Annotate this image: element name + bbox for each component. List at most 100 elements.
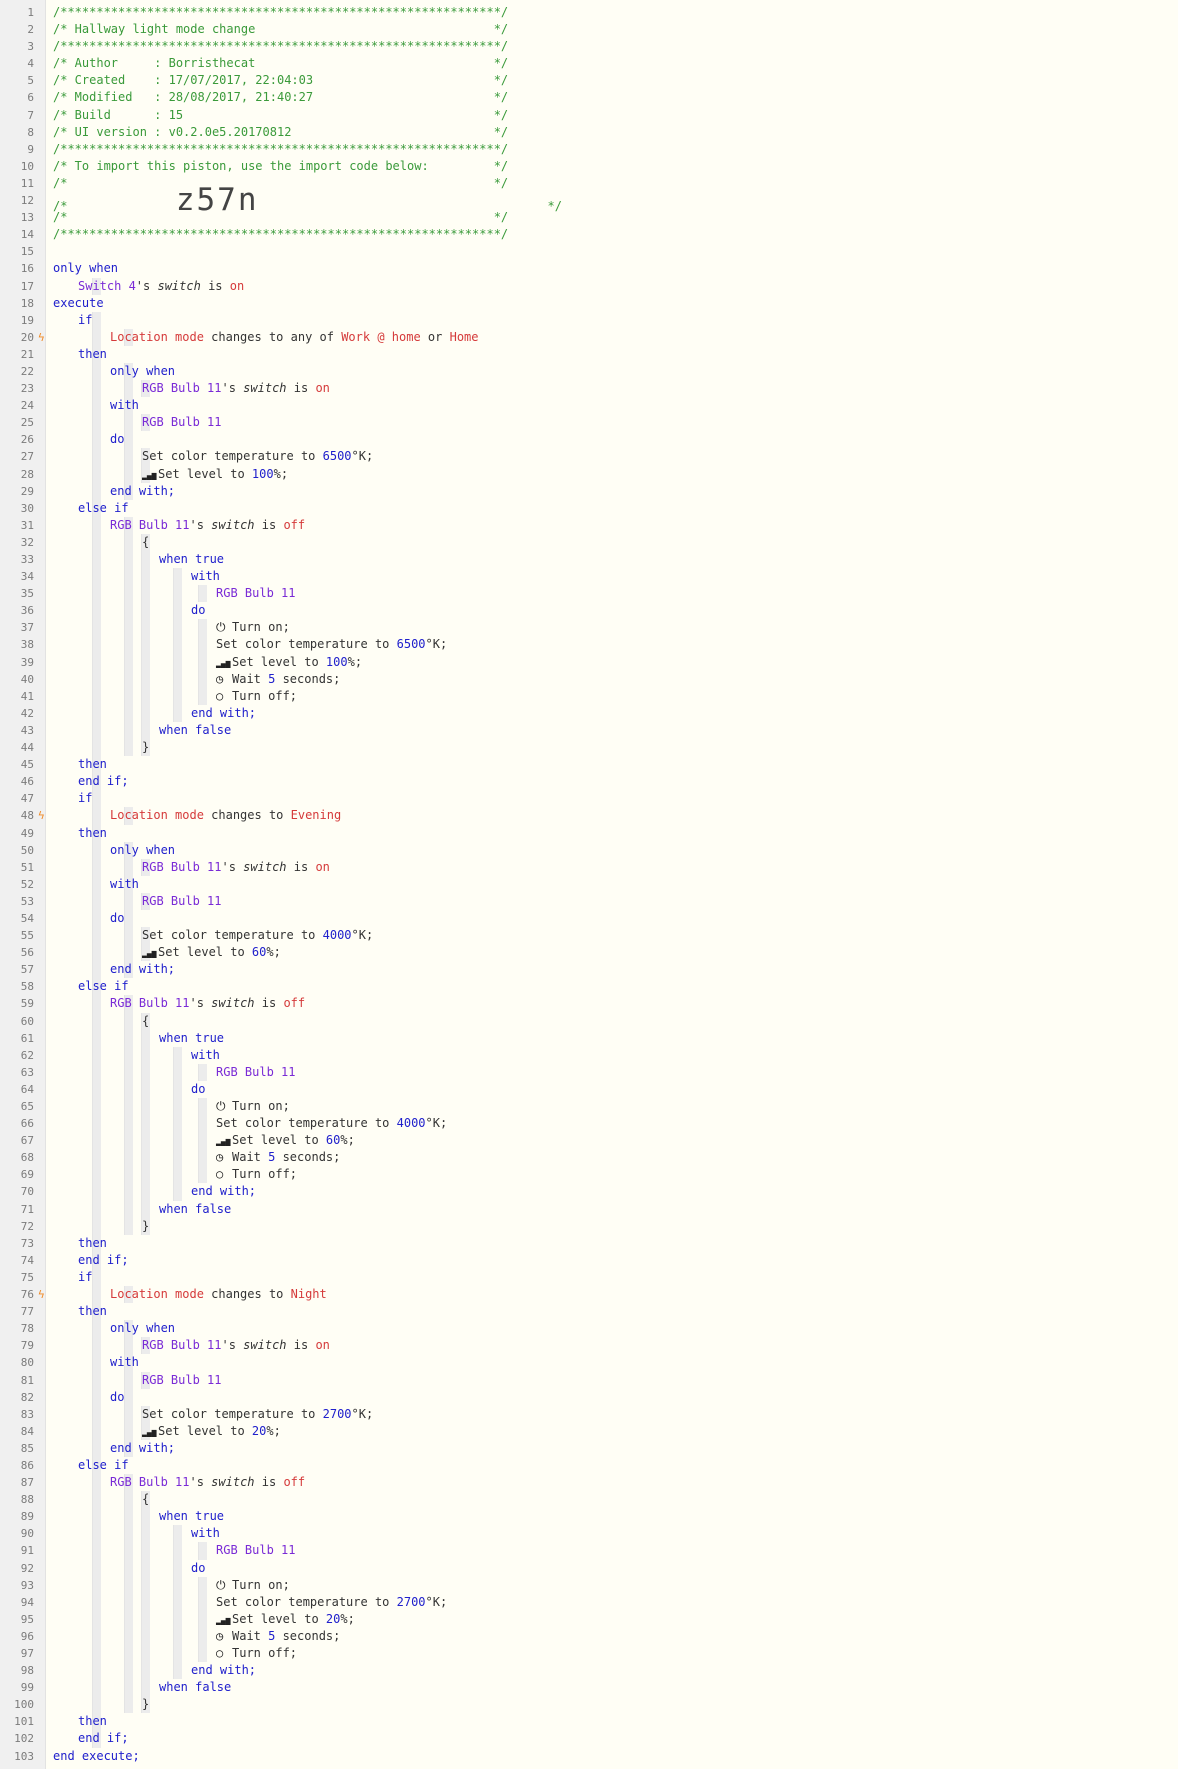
code-statement[interactable]: /***************************************… [53, 38, 508, 55]
code-statement[interactable]: Set color temperature to 4000°K; [142, 927, 373, 944]
code-statement[interactable]: when false [159, 722, 231, 739]
code-statement[interactable]: ○ Turn off; [216, 1166, 297, 1183]
code-statement[interactable]: only when [110, 1320, 175, 1337]
code-statement[interactable]: ⏻ Turn on; [216, 619, 290, 636]
code-statement[interactable]: end with; [191, 1183, 256, 1200]
code-statement[interactable]: ○ Turn off; [216, 688, 297, 705]
code-statement[interactable]: end with; [110, 483, 175, 500]
code-statement[interactable]: execute [53, 295, 104, 312]
code-statement[interactable]: /* UI version : v0.2.0e5.20170812 */ [53, 124, 508, 141]
code-statement[interactable]: when true [159, 1508, 224, 1525]
code-statement[interactable]: end execute; [53, 1748, 140, 1765]
code-statement[interactable]: with [110, 1354, 139, 1371]
code-statement[interactable]: if [78, 1269, 92, 1286]
code-statement[interactable]: RGB Bulb 11 [216, 1064, 295, 1081]
code-statement[interactable]: /* Build : 15 */ [53, 107, 508, 124]
code-statement[interactable]: then [78, 825, 107, 842]
code-statement[interactable]: /***************************************… [53, 4, 508, 21]
code-statement[interactable]: do [110, 910, 124, 927]
code-statement[interactable]: RGB Bulb 11 [216, 585, 295, 602]
code-statement[interactable]: else if [78, 500, 129, 517]
code-statement[interactable]: RGB Bulb 11 [142, 414, 221, 431]
code-statement[interactable]: ▂▄▆ Set level to 20%; [216, 1611, 355, 1629]
code-statement[interactable]: then [78, 1303, 107, 1320]
code-statement[interactable]: ◷ Wait 5 seconds; [216, 1149, 340, 1166]
code-statement[interactable]: RGB Bulb 11's switch is on [142, 859, 330, 876]
code-statement[interactable]: do [110, 1389, 124, 1406]
code-statement[interactable]: /* Modified : 28/08/2017, 21:40:27 */ [53, 89, 508, 106]
code-statement[interactable]: when false [159, 1201, 231, 1218]
code-statement[interactable]: do [191, 1081, 205, 1098]
code-statement[interactable]: with [110, 397, 139, 414]
code-statement[interactable]: end if; [78, 1730, 129, 1747]
code-statement[interactable]: RGB Bulb 11's switch is off [110, 517, 305, 534]
code-statement[interactable]: then [78, 756, 107, 773]
code-statement[interactable]: with [191, 568, 220, 585]
code-statement[interactable]: end if; [78, 1252, 129, 1269]
code-statement[interactable]: when true [159, 551, 224, 568]
code-statement[interactable]: Set color temperature to 2700°K; [142, 1406, 373, 1423]
code-statement[interactable]: ▂▄▆ Set level to 100%; [142, 466, 288, 484]
code-statement[interactable]: only when [110, 363, 175, 380]
code-statement[interactable]: ⏻ Turn on; [216, 1577, 290, 1594]
code-statement[interactable]: with [110, 876, 139, 893]
code-statement[interactable]: /* */ [53, 209, 508, 226]
code-statement[interactable]: ▂▄▆ Set level to 60%; [216, 1132, 355, 1150]
code-statement[interactable]: else if [78, 978, 129, 995]
code-statement[interactable]: /***************************************… [53, 226, 508, 243]
code-statement[interactable]: then [78, 1713, 107, 1730]
code-statement[interactable]: Switch 4's switch is on [78, 278, 244, 295]
code-statement[interactable]: ▂▄▆ Set level to 100%; [216, 654, 362, 672]
code-statement[interactable]: } [142, 1696, 149, 1713]
code-statement[interactable]: Set color temperature to 4000°K; [216, 1115, 447, 1132]
code-statement[interactable]: RGB Bulb 11 [216, 1542, 295, 1559]
code-statement[interactable]: RGB Bulb 11's switch is on [142, 1337, 330, 1354]
code-statement[interactable]: else if [78, 1457, 129, 1474]
code-statement[interactable]: } [142, 739, 149, 756]
code-statement[interactable]: only when [53, 260, 118, 277]
code-statement[interactable]: with [191, 1525, 220, 1542]
code-statement[interactable]: Set color temperature to 6500°K; [142, 448, 373, 465]
code-statement[interactable]: /* */ [53, 175, 508, 192]
code-statement[interactable]: if [78, 312, 92, 329]
code-statement[interactable]: ▂▄▆ Set level to 60%; [142, 944, 281, 962]
code-statement[interactable]: end if; [78, 773, 129, 790]
code-statement[interactable]: then [78, 1235, 107, 1252]
code-statement[interactable]: with [191, 1047, 220, 1064]
code-statement[interactable]: ◷ Wait 5 seconds; [216, 671, 340, 688]
code-statement[interactable]: Set color temperature to 2700°K; [216, 1594, 447, 1611]
code-statement[interactable]: RGB Bulb 11 [142, 893, 221, 910]
code-statement[interactable]: Set color temperature to 6500°K; [216, 636, 447, 653]
code-statement[interactable]: then [78, 346, 107, 363]
code-statement[interactable]: end with; [191, 1662, 256, 1679]
code-statement[interactable]: RGB Bulb 11's switch is off [110, 1474, 305, 1491]
code-statement[interactable]: { [142, 1013, 149, 1030]
code-statement[interactable]: end with; [110, 961, 175, 978]
code-statement[interactable]: RGB Bulb 11's switch is on [142, 380, 330, 397]
code-statement[interactable]: RGB Bulb 11 [142, 1372, 221, 1389]
code-statement[interactable]: { [142, 1491, 149, 1508]
code-statement[interactable]: ○ Turn off; [216, 1645, 297, 1662]
code-statement[interactable]: do [110, 431, 124, 448]
code-statement[interactable]: /***************************************… [53, 141, 508, 158]
code-statement[interactable]: if [78, 790, 92, 807]
code-statement[interactable]: do [191, 1560, 205, 1577]
code-statement[interactable]: only when [110, 842, 175, 859]
code-statement[interactable]: { [142, 534, 149, 551]
code-statement[interactable]: } [142, 1218, 149, 1235]
code-statement[interactable]: /* Author : Borristhecat */ [53, 55, 508, 72]
code-statement[interactable]: do [191, 602, 205, 619]
code-statement[interactable]: when false [159, 1679, 231, 1696]
code-statement[interactable]: when true [159, 1030, 224, 1047]
code-statement[interactable]: Location mode changes to Night [110, 1286, 327, 1303]
code-statement[interactable]: Location mode changes to any of Work @ h… [110, 329, 479, 346]
code-statement[interactable]: /* To import this piston, use the import… [53, 158, 508, 175]
code-statement[interactable]: ▂▄▆ Set level to 20%; [142, 1423, 281, 1441]
code-statement[interactable]: /* Created : 17/07/2017, 22:04:03 */ [53, 72, 508, 89]
code-statement[interactable]: end with; [110, 1440, 175, 1457]
code-statement[interactable]: end with; [191, 705, 256, 722]
code-statement[interactable]: /* Hallway light mode change */ [53, 21, 508, 38]
code-statement[interactable]: Location mode changes to Evening [110, 807, 341, 824]
code-statement[interactable]: ⏻ Turn on; [216, 1098, 290, 1115]
code-statement[interactable]: RGB Bulb 11's switch is off [110, 995, 305, 1012]
